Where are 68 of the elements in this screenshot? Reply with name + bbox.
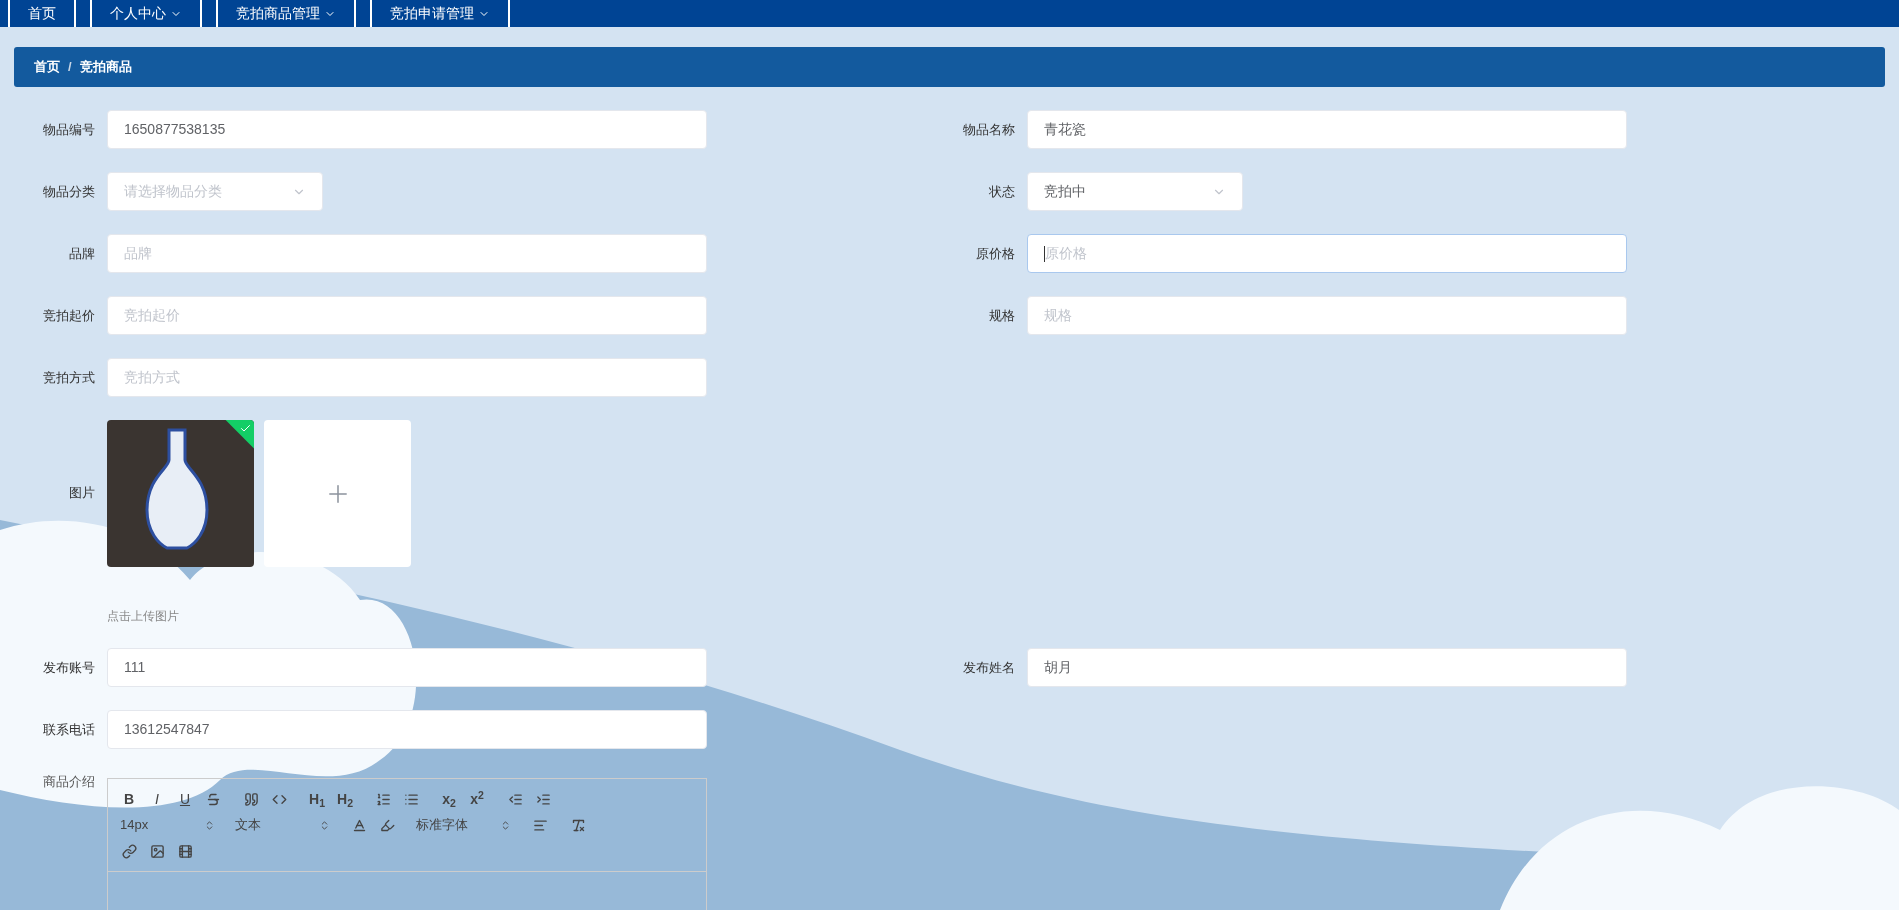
- text-caret: [1044, 245, 1045, 262]
- field-label: 规格: [988, 307, 1016, 325]
- quote-icon: [243, 791, 259, 807]
- clear-format-icon: [570, 817, 586, 833]
- field-label: 图片: [68, 484, 96, 502]
- input-placeholder: 竞拍方式: [124, 368, 180, 387]
- format-button[interactable]: U: [176, 789, 194, 809]
- select-placeholder: 请选择物品分类: [124, 182, 222, 201]
- text-input-field[interactable]: 1650877538135: [107, 110, 707, 149]
- image-icon: [149, 843, 165, 859]
- field-label: 联系电话: [42, 721, 96, 739]
- field-label: 原价格: [975, 245, 1016, 263]
- up-down-arrows-icon: [500, 819, 511, 831]
- field-label: 竞拍起价: [42, 307, 96, 325]
- format-button[interactable]: x$_{2}$: [440, 789, 458, 809]
- breadcrumb-link[interactable]: 首页: [34, 57, 60, 77]
- field-label: 发布账号: [42, 659, 96, 677]
- text-input-field[interactable]: 胡月: [1027, 648, 1627, 687]
- field-label: 状态: [988, 183, 1016, 201]
- format-button[interactable]: I: [148, 789, 166, 809]
- format-button[interactable]: B: [120, 789, 138, 809]
- text-input-field[interactable]: 111: [107, 648, 707, 687]
- input-placeholder: 原价格: [1045, 244, 1087, 263]
- format-picker[interactable]: 14px: [120, 815, 215, 835]
- field-label: 发布姓名: [962, 659, 1016, 677]
- up-down-arrows-icon: [319, 819, 330, 831]
- input-value: 胡月: [1044, 658, 1072, 677]
- link-icon: [121, 843, 137, 859]
- strikethrough-icon: [205, 791, 221, 807]
- text-input-field[interactable]: 青花瓷: [1027, 110, 1627, 149]
- film-icon: [177, 843, 193, 859]
- outdent-icon: [507, 791, 523, 807]
- nav-menu-item[interactable]: 首页: [8, 0, 76, 27]
- highlight-icon: [379, 817, 395, 833]
- select-value: 竞拍中: [1044, 182, 1086, 201]
- nav-menu-item[interactable]: 竞拍商品管理: [216, 0, 356, 27]
- upload-hint: 点击上传图片: [107, 608, 180, 625]
- input-value: 13612547847: [124, 720, 210, 739]
- format-button[interactable]: [120, 841, 138, 861]
- input-placeholder: 规格: [1044, 306, 1072, 325]
- field-label: 品牌: [68, 245, 96, 263]
- breadcrumb-separator: /: [68, 58, 72, 77]
- ordered-list-icon: [375, 791, 391, 807]
- format-picker[interactable]: 文本: [235, 815, 330, 835]
- text-color-icon: [351, 817, 367, 833]
- input-value: 1650877538135: [124, 120, 226, 139]
- field-label: 物品编号: [42, 121, 96, 139]
- breadcrumb-link[interactable]: 竞拍商品: [79, 57, 132, 77]
- text-input-field[interactable]: 13612547847: [107, 710, 707, 749]
- nav-menu-item[interactable]: 竞拍申请管理: [370, 0, 510, 27]
- select-field[interactable]: 竞拍中: [1027, 172, 1243, 211]
- up-down-arrows-icon: [204, 819, 215, 831]
- field-label: 竞拍方式: [42, 369, 96, 387]
- format-picker[interactable]: 标准字体: [416, 815, 511, 835]
- input-value: 青花瓷: [1044, 120, 1086, 139]
- field-label: 商品介绍: [42, 773, 96, 791]
- bullet-list-icon: [403, 791, 419, 807]
- indent-icon: [535, 791, 551, 807]
- format-button[interactable]: H$_{2}$: [336, 789, 354, 809]
- input-placeholder: 竞拍起价: [124, 306, 180, 325]
- align-left-icon: [532, 817, 548, 833]
- field-label: 物品分类: [42, 183, 96, 201]
- nav-menu-item[interactable]: 个人中心: [90, 0, 202, 27]
- format-button[interactable]: H$_{1}$: [308, 789, 326, 809]
- input-placeholder: 品牌: [124, 244, 152, 263]
- format-button[interactable]: x$^{2}$: [468, 789, 486, 809]
- input-value: 111: [124, 658, 146, 677]
- field-label: 物品名称: [962, 121, 1016, 139]
